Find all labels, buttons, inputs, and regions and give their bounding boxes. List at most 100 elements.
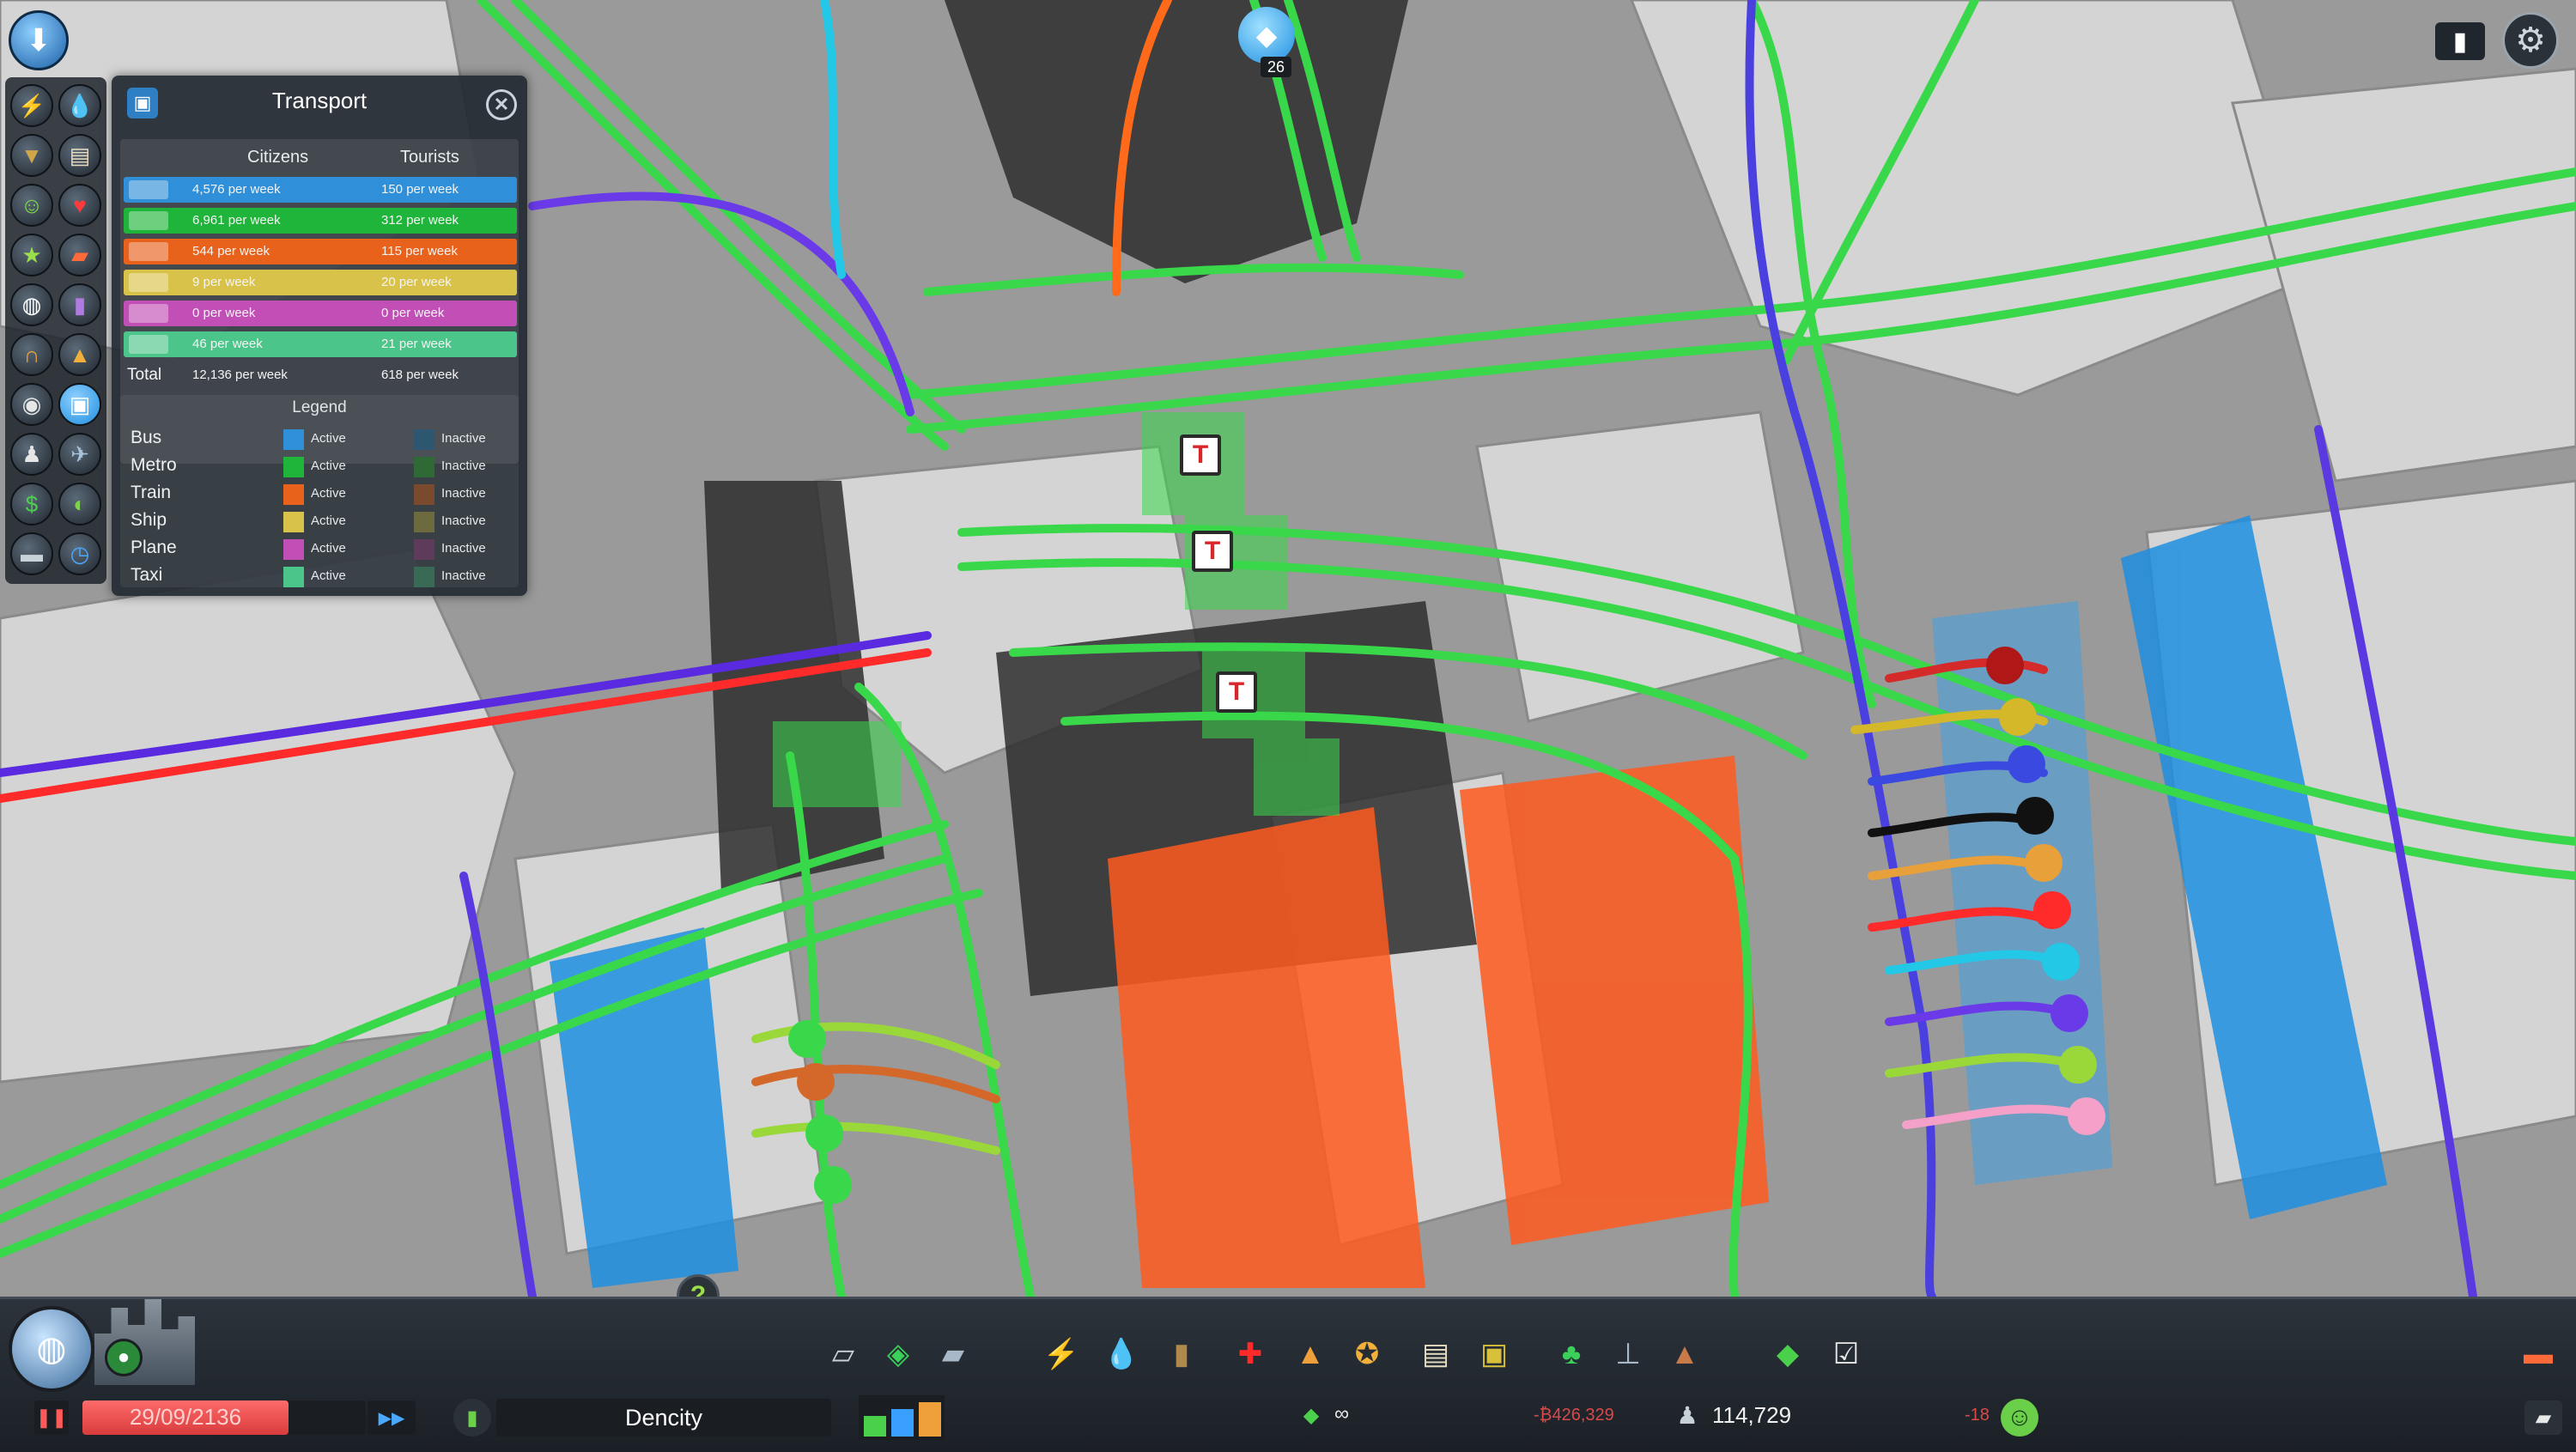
natural-resources-icon[interactable]: ◐ (58, 483, 101, 526)
total-citizens-value: 12,136 per week (192, 368, 288, 382)
monuments-icon[interactable]: ▲ (1662, 1332, 1707, 1376)
ship-icon (129, 273, 168, 292)
bottom-toolbar: ◍ ● ▱ ◈ ▰ ⚡ 💧 ▮ ✚ ▲ ✪ ▤ ▣ ♣ ⊥ ▲ ◆ ☑ ▬ ❚❚… (0, 1297, 2576, 1452)
police-icon[interactable]: ✪ (1345, 1332, 1389, 1376)
districts-icon[interactable]: ▰ (931, 1332, 975, 1376)
total-tourists-value: 618 per week (381, 368, 459, 382)
public-transport-icon[interactable]: ▣ (1472, 1332, 1516, 1376)
tourists-value: 0 per week (381, 306, 445, 320)
metro-station-marker[interactable]: T (1192, 531, 1233, 572)
info-view-icon[interactable]: ▮ (453, 1399, 491, 1437)
garbage-icon[interactable]: ▮ (1159, 1332, 1204, 1376)
water-icon[interactable]: 💧 (1099, 1332, 1144, 1376)
fire-icon[interactable]: ▰ (58, 234, 101, 276)
zoning-icon[interactable]: ◈ (876, 1332, 920, 1376)
column-header-citizens: Citizens (247, 148, 309, 167)
time-icon[interactable]: ◷ (58, 532, 101, 575)
pause-button[interactable]: ❚❚ (34, 1400, 69, 1435)
legend-mode-name: Plane (131, 538, 177, 557)
legend-mode-name: Metro (131, 455, 177, 475)
citizens-value: 0 per week (192, 306, 256, 320)
legend-row-ship: Ship Active Inactive (131, 508, 508, 534)
landvalue-icon[interactable]: ★ (10, 234, 53, 276)
money-value: ∞ (1334, 1402, 1350, 1425)
bus-icon (129, 180, 168, 199)
inactive-label: Inactive (441, 541, 486, 556)
tourists-value: 20 per week (381, 275, 452, 289)
electricity-icon[interactable]: ⚡ (1039, 1332, 1084, 1376)
garbage-icon[interactable]: ▼ (10, 134, 53, 177)
milestone-icon[interactable]: ● (105, 1339, 143, 1376)
camera-icon[interactable]: ▮ (2435, 22, 2485, 60)
fire-icon[interactable]: ▲ (1288, 1332, 1333, 1376)
citizens-value: 4,576 per week (192, 182, 281, 197)
main-menu-icon[interactable]: ⬇ (9, 10, 69, 70)
population-icon[interactable]: ♟ (10, 433, 53, 476)
population-value: 114,729 (1712, 1402, 1792, 1428)
stat-row-metro: 6,961 per week 312 per week (124, 208, 517, 234)
crime-icon[interactable]: ◉ (10, 383, 53, 426)
tourism-icon[interactable]: ✈ (58, 433, 101, 476)
gear-icon[interactable]: ⚙ (2502, 12, 2559, 69)
noise-icon[interactable]: ▮ (58, 283, 101, 326)
active-swatch (283, 457, 304, 477)
inactive-swatch (414, 539, 434, 560)
traffic-icon[interactable]: ◍ (10, 283, 53, 326)
metro-station-marker[interactable]: T (1180, 434, 1221, 476)
train-icon (129, 242, 168, 261)
active-label: Active (311, 486, 346, 501)
population-icon: ♟ (1676, 1401, 1698, 1429)
panel-title: Transport (271, 88, 368, 113)
speed-button[interactable]: ▶▶ (368, 1400, 416, 1435)
road-maintenance-icon[interactable]: ▬ (10, 532, 53, 575)
police-icon[interactable]: ▲ (58, 333, 101, 376)
stat-row-bus: 4,576 per week 150 per week (124, 177, 517, 203)
economy-icon[interactable]: ◆ (1765, 1332, 1810, 1376)
public-transport-icon[interactable]: ▣ (58, 383, 101, 426)
taxi-icon (129, 335, 168, 354)
stat-row-taxi: 46 per week 21 per week (124, 331, 517, 357)
parks-icon[interactable]: ♣ (1549, 1332, 1594, 1376)
education-icon[interactable]: ▤ (58, 134, 101, 177)
legend-row-plane: Plane Active Inactive (131, 536, 508, 562)
education-icon[interactable]: ▤ (1413, 1332, 1458, 1376)
column-header-tourists: Tourists (400, 148, 459, 167)
population-change: -18 (1965, 1406, 1990, 1425)
inactive-label: Inactive (441, 431, 486, 446)
legend-mode-name: Train (131, 483, 172, 502)
roads-icon[interactable]: ▱ (821, 1332, 866, 1376)
metro-station-marker[interactable]: T (1216, 671, 1257, 713)
chirper-icon[interactable]: ▬ (2516, 1332, 2561, 1376)
money-icon: ◆ (1303, 1403, 1320, 1427)
stop-count-badge: 26 (1261, 57, 1291, 77)
happiness-icon[interactable]: ☺ (2001, 1399, 2038, 1437)
inactive-swatch (414, 457, 434, 477)
close-icon[interactable]: ✕ (486, 89, 517, 120)
stat-row-train: 544 per week 115 per week (124, 239, 517, 264)
money-change: -₿426,329 (1534, 1406, 1614, 1425)
unique-buildings-icon[interactable]: ⊥ (1606, 1332, 1650, 1376)
money-icon[interactable]: $ (10, 483, 53, 526)
residential-demand-bar (864, 1416, 886, 1437)
health-icon[interactable]: ♥ (58, 184, 101, 227)
transport-panel: ▣ Transport ✕ Citizens Tourists 4,576 pe… (112, 76, 527, 596)
water-icon[interactable]: 💧 (58, 84, 101, 127)
transport-stop-icon[interactable]: ◆ (1238, 7, 1295, 64)
happiness-icon[interactable]: ☺ (10, 184, 53, 227)
metro-station-label: T (1228, 677, 1245, 706)
policies-icon[interactable]: ☑ (1824, 1332, 1868, 1376)
inactive-label: Inactive (441, 486, 486, 501)
health-icon[interactable]: ✚ (1228, 1332, 1273, 1376)
inactive-label: Inactive (441, 459, 486, 473)
inactive-swatch (414, 567, 434, 587)
citizens-value: 6,961 per week (192, 213, 281, 228)
legend-mode-name: Taxi (131, 565, 163, 585)
headphones-icon[interactable]: ∩ (10, 333, 53, 376)
inactive-swatch (414, 429, 434, 450)
info-view-name[interactable]: Dencity (496, 1399, 831, 1437)
legend-row-train: Train Active Inactive (131, 481, 508, 507)
electricity-icon[interactable]: ⚡ (10, 84, 53, 127)
help-icon-glyph: ? (690, 1281, 707, 1297)
city-globe-icon[interactable]: ◍ (9, 1306, 94, 1392)
chirp-bubble-icon[interactable]: ▰ (2524, 1400, 2562, 1435)
